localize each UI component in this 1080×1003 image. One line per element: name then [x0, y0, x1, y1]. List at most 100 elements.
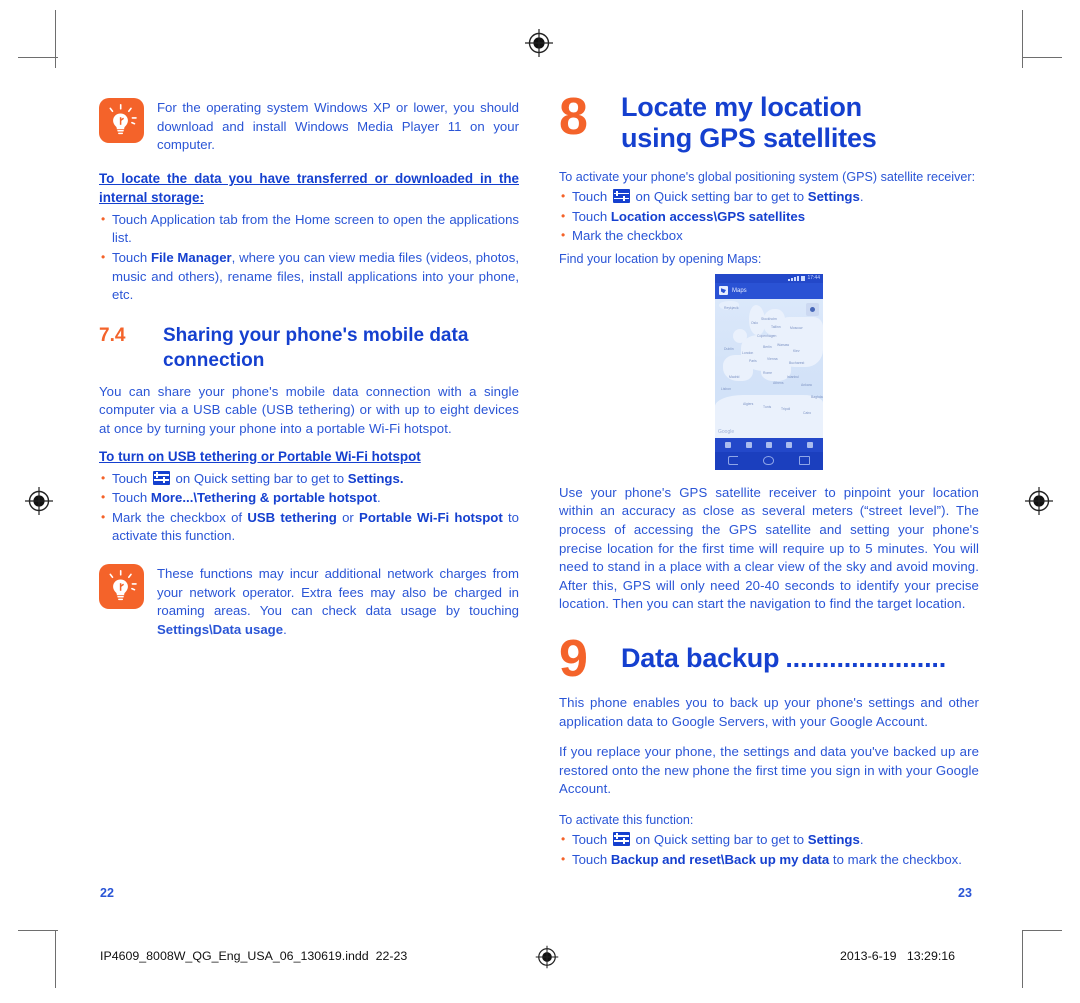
map-label: Reykjavik	[724, 305, 739, 310]
footer-time: 13:29:16	[906, 949, 956, 963]
map-label: Baghdad	[811, 394, 823, 399]
settings-icon[interactable]	[612, 831, 630, 846]
tip-box-windows-media-player: For the operating system Windows XP or l…	[99, 96, 519, 155]
chapter-title: Data backup ......................	[621, 643, 979, 674]
search-icon[interactable]	[725, 441, 732, 448]
map-label: Kiev	[793, 348, 800, 353]
section-title: Sharing your phone's mobile data connect…	[163, 324, 469, 371]
bullet-text-post: to mark the checkbox.	[829, 851, 962, 867]
bullet-text-bold: Settings	[807, 189, 860, 204]
section-number: 7.4	[99, 324, 126, 346]
list-item: Touch More...\Tethering & portable hotsp…	[99, 488, 519, 508]
map-canvas[interactable]: Reykjavik Oslo Stockholm Tallinn Moscow …	[715, 298, 823, 438]
map-label: Tripoli	[781, 406, 791, 411]
right-page-column: 8 Locate my location using GPS satellite…	[559, 88, 979, 873]
battery-icon	[801, 275, 806, 281]
lightbulb-icon	[99, 98, 144, 143]
bullet-list-backup: Touch on Quick setting bar to get to Set…	[559, 830, 979, 870]
chapter-number: 8	[559, 88, 588, 146]
map-label: Lisbon	[721, 386, 731, 391]
tip-text-lead: These functions may incur additional net…	[157, 565, 519, 619]
chapter-title: Locate my location using GPS satellites	[621, 92, 979, 154]
map-label: Bucharest	[789, 360, 805, 365]
bullet-text-bold: Backup and reset\Back up my data	[610, 851, 830, 867]
google-watermark: Google	[718, 428, 735, 435]
section-heading-7-4: 7.4 Sharing your phone's mobile data con…	[99, 323, 519, 373]
tip-text: These functions may incur additional net…	[157, 562, 519, 639]
map-label: Madrid	[729, 374, 740, 379]
paragraph-gps-accuracy: Use your phone's GPS satellite receiver …	[559, 484, 979, 612]
bullet-text-mid: or	[336, 509, 360, 525]
bullet-text-mid: on Quick setting bar to get to	[631, 189, 808, 204]
bullet-text-post: .	[859, 831, 864, 847]
recents-icon[interactable]	[799, 456, 811, 466]
map-label: Athens	[773, 380, 784, 385]
footer-page-range: 22-23	[375, 949, 408, 963]
bullet-text-post: .	[377, 490, 381, 506]
bullet-text-pre: Touch	[112, 470, 151, 486]
subheading-locate-data: To locate the data you have transferred …	[99, 170, 519, 205]
lead-activate-backup: To activate this function:	[559, 812, 694, 827]
crop-mark-top-left-v	[55, 10, 56, 68]
bullet-text-bold: File Manager	[150, 249, 232, 265]
map-label: Vienna	[767, 356, 778, 361]
map-label: Copenhagen	[757, 333, 777, 338]
map-label: Warsaw	[777, 342, 790, 347]
crop-mark-bottom-left-h	[18, 930, 58, 931]
chapter-title-line-2: using GPS satellites	[621, 123, 877, 153]
bullet-text-pre: Touch	[572, 189, 611, 204]
bullet-text-pre: Touch	[112, 490, 151, 506]
more-icon[interactable]	[806, 441, 813, 448]
map-label: Algiers	[743, 401, 754, 406]
map-label: Paris	[749, 358, 757, 363]
registration-mark-right	[1024, 486, 1054, 516]
crop-mark-top-right-h	[1022, 57, 1062, 58]
directions-icon[interactable]	[745, 441, 752, 448]
bullet-text-pre: Touch	[112, 249, 151, 265]
left-page-column: For the operating system Windows XP or l…	[99, 96, 519, 653]
back-icon[interactable]	[727, 456, 738, 466]
paragraph-sharing-connection: You can share your phone's mobile data c…	[99, 383, 519, 436]
map-label: Ankara	[801, 382, 812, 387]
crop-mark-bottom-right-h	[1022, 930, 1062, 931]
registration-mark-left	[24, 486, 54, 516]
bullet-text-pre: Touch	[572, 208, 611, 224]
signal-icon	[788, 275, 800, 281]
crop-mark-top-left-h	[18, 57, 58, 58]
paragraph-backup-restore: If you replace your phone, the settings …	[559, 744, 979, 797]
bullet-text-mid: on Quick setting bar to get to	[631, 831, 808, 847]
tip-text: For the operating system Windows XP or l…	[157, 100, 519, 153]
bullet-text-pre: Touch	[572, 831, 611, 847]
map-label: Cairo	[803, 410, 812, 415]
places-icon[interactable]	[786, 441, 793, 448]
my-location-icon[interactable]	[806, 302, 819, 316]
bullet-list-tethering: Touch on Quick setting bar to get to Set…	[99, 469, 519, 546]
home-icon[interactable]	[762, 456, 774, 466]
tip-box-network-charges: These functions may incur additional net…	[99, 562, 519, 639]
bullet-text-pre: Mark the checkbox of	[112, 509, 248, 525]
dotted-leader: ......................	[785, 643, 946, 674]
page-number-left: 22	[100, 886, 114, 900]
list-item: Touch Backup and reset\Back up my data t…	[559, 850, 979, 870]
chapter-heading-8: 8 Locate my location using GPS satellite…	[559, 88, 979, 154]
phone-screenshot-figure: 17:44 Maps Reykjavik Oslo Stockholm Tall…	[559, 273, 979, 470]
bullet-text-bold-2: Portable Wi-Fi hotspot	[359, 509, 503, 525]
map-label: Tallinn	[771, 324, 781, 329]
phone-action-bar: Maps	[715, 282, 823, 299]
footer-timestamp: 2013-6-19 13:29:16	[840, 947, 955, 965]
settings-icon[interactable]	[612, 189, 630, 203]
paragraph-backup-intro: This phone enables you to back up your p…	[559, 694, 979, 729]
status-clock: 17:44	[807, 274, 820, 281]
map-label: Stockholm	[761, 316, 777, 321]
chapter-number: 9	[559, 629, 588, 688]
tip-text-tail: .	[283, 621, 287, 637]
bullet-text-bold: Settings.	[347, 470, 404, 486]
chapter-heading-9: 9 Data backup ......................	[559, 629, 979, 688]
settings-icon[interactable]	[152, 470, 170, 485]
bullet-list-gps: Touch on Quick setting bar to get to Set…	[559, 187, 979, 246]
bullet-text-mid: on Quick setting bar to get to	[171, 470, 348, 486]
footer-date: 2013-6-19	[840, 949, 897, 963]
lightbulb-icon	[99, 563, 144, 609]
layers-icon[interactable]	[765, 441, 772, 448]
printed-page-spread: For the operating system Windows XP or l…	[0, 0, 1080, 1003]
